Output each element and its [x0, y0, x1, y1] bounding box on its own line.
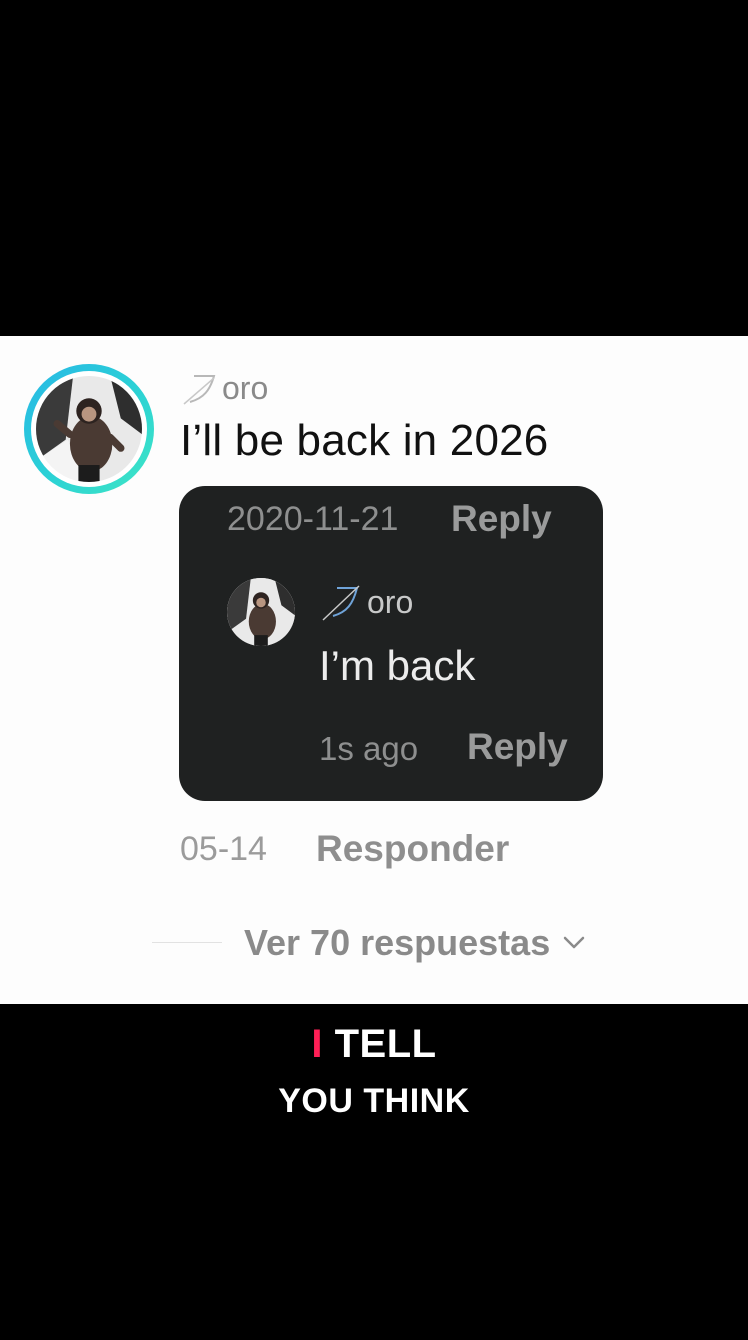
chevron-down-icon [563, 936, 585, 949]
video-top-black-area [0, 0, 748, 336]
commenter-username[interactable]: oro [180, 366, 268, 410]
caption-accent-word: I [311, 1022, 323, 1066]
reply-username-label: oro [367, 583, 414, 620]
commenter-avatar[interactable] [24, 364, 154, 494]
reply-text: I’m back [319, 642, 476, 689]
comment-date: 05-14 [180, 830, 267, 868]
reply-button[interactable]: Responder [316, 828, 509, 870]
quoted-reply-card: 2020-11-21 Reply oro I’m back 1s ago Rep… [179, 486, 603, 801]
divider-line [152, 942, 222, 943]
card-date: 2020-11-21 [227, 500, 399, 538]
reply-username[interactable]: oro [319, 582, 413, 622]
reply-timestamp: 1s ago [319, 730, 419, 767]
comment-text: I’ll be back in 2026 [180, 416, 549, 465]
commenter-username-label: oro [222, 369, 269, 406]
username-initial-glyph [183, 375, 216, 405]
username-initial-glyph [322, 585, 360, 621]
view-replies-label: Ver 70 respuestas [244, 922, 551, 963]
reply-reply-button[interactable]: Reply [467, 726, 568, 768]
avatar-photo [36, 376, 142, 482]
caption-line-2: YOU THINK [278, 1082, 470, 1120]
reply-avatar[interactable] [227, 578, 295, 646]
card-reply-button[interactable]: Reply [451, 498, 552, 540]
caption-line-1: I TELL [0, 1022, 748, 1067]
caption-word: TELL [334, 1022, 437, 1066]
view-replies-button[interactable]: Ver 70 respuestas [244, 920, 586, 966]
